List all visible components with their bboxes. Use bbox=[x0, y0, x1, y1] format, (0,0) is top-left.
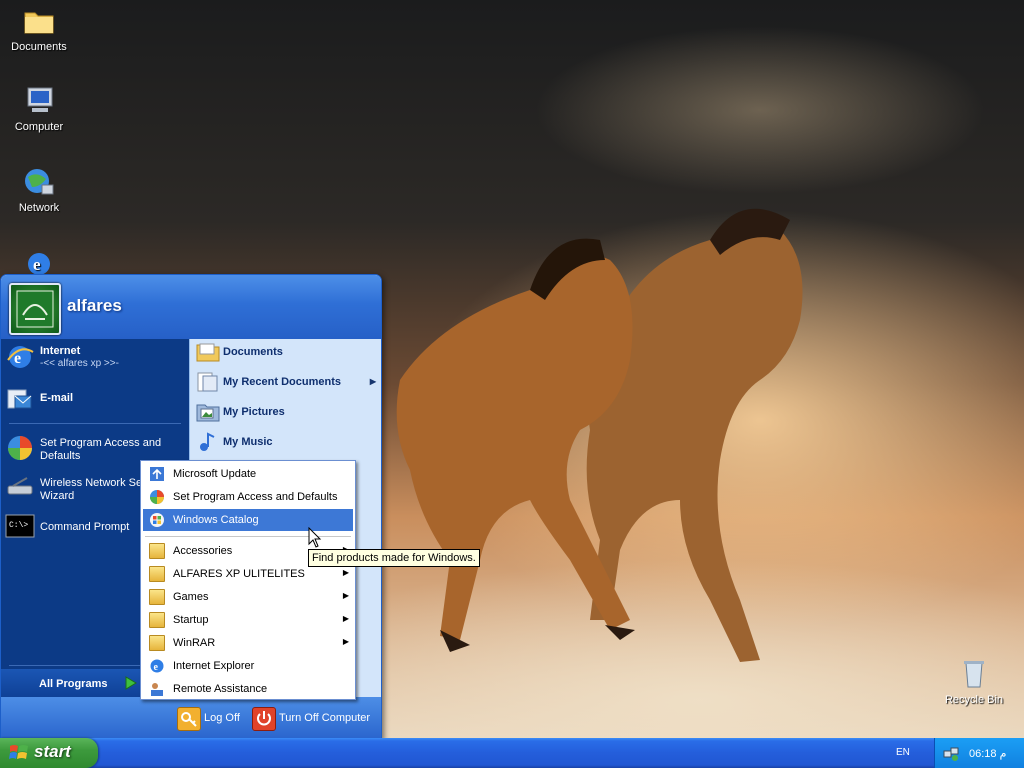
all-programs-submenu: Microsoft Update Set Program Access and … bbox=[140, 460, 356, 700]
arrow-right-icon bbox=[123, 675, 139, 691]
chevron-right-icon: ▶ bbox=[369, 377, 376, 386]
mouse-cursor-icon bbox=[308, 526, 322, 549]
menu-item-label: Documents bbox=[223, 346, 283, 358]
windows-logo-icon bbox=[9, 744, 29, 762]
chevron-right-icon: ▶ bbox=[342, 591, 349, 600]
start-menu-footer: Log Off Turn Off Computer bbox=[1, 697, 381, 739]
submenu-item-winrar[interactable]: WinRAR ▶ bbox=[143, 632, 353, 654]
chevron-right-icon: ▶ bbox=[342, 614, 349, 623]
folder-icon bbox=[149, 589, 165, 605]
submenu-item-label: Internet Explorer bbox=[173, 660, 255, 672]
chevron-right-icon: ▶ bbox=[342, 637, 349, 646]
menu-item-internet[interactable]: e Internet -<< alfares xp >>- bbox=[1, 339, 189, 377]
menu-item-email[interactable]: E-mail bbox=[1, 381, 189, 417]
program-access-icon bbox=[5, 433, 35, 463]
submenu-item-games[interactable]: Games ▶ bbox=[143, 586, 353, 608]
menu-item-title: Command Prompt bbox=[40, 521, 130, 533]
svg-text:e: e bbox=[33, 255, 41, 274]
desktop-icon-recycle-bin[interactable]: Recycle Bin bbox=[936, 657, 1012, 706]
svg-text:C:\>: C:\> bbox=[9, 521, 28, 530]
submenu-item-label: WinRAR bbox=[173, 637, 216, 649]
submenu-item-remote-assistance[interactable]: Remote Assistance bbox=[143, 678, 353, 700]
start-menu-header: alfares bbox=[1, 275, 381, 339]
chevron-right-icon: ▶ bbox=[342, 568, 349, 577]
menu-item-title: Internet bbox=[40, 345, 81, 357]
menu-item-label: My Recent Documents bbox=[223, 376, 341, 388]
windows-update-icon bbox=[149, 466, 165, 482]
network-status-icon[interactable] bbox=[943, 745, 959, 761]
submenu-item-label: Accessories bbox=[173, 545, 233, 557]
menu-item-title-line2: Defaults bbox=[40, 450, 81, 462]
menu-item-recent-documents[interactable]: My Recent Documents ▶ bbox=[194, 369, 380, 395]
taskbar: start EN 06:18 م bbox=[0, 738, 1024, 768]
submenu-item-label: Games bbox=[173, 591, 209, 603]
submenu-item-label: Startup bbox=[173, 614, 209, 626]
wireless-icon bbox=[5, 472, 35, 502]
desktop-icon-computer[interactable]: Computer bbox=[1, 84, 77, 133]
clock[interactable]: 06:18 م bbox=[969, 747, 1006, 760]
menu-item-title-line2: Wizard bbox=[40, 490, 75, 502]
log-off-button[interactable]: Log Off bbox=[177, 707, 247, 731]
turn-off-label: Turn Off Computer bbox=[279, 712, 371, 724]
folder-icon bbox=[149, 543, 165, 559]
remote-assistance-icon bbox=[149, 681, 165, 697]
all-programs-label: All Programs bbox=[39, 678, 108, 690]
menu-separator bbox=[9, 423, 181, 424]
desktop-icon-label: Documents bbox=[11, 41, 67, 53]
windows-catalog-icon bbox=[149, 512, 165, 528]
recent-documents-icon bbox=[196, 371, 220, 393]
horses-image bbox=[396, 208, 803, 662]
menu-item-title: E-mail bbox=[40, 392, 74, 404]
desktop-icon-label: Recycle Bin bbox=[944, 694, 1004, 706]
tooltip: Find products made for Windows. bbox=[308, 549, 480, 567]
submenu-item-microsoft-update[interactable]: Microsoft Update bbox=[143, 463, 353, 485]
recycle-bin-icon bbox=[957, 657, 991, 691]
submenu-item-label: ALFARES XP ULITELITES bbox=[173, 568, 305, 580]
network-icon bbox=[22, 165, 56, 199]
menu-item-subtitle: -<< alfares xp >>- bbox=[40, 358, 119, 369]
pictures-icon bbox=[196, 401, 220, 423]
submenu-item-label: Set Program Access and Defaults bbox=[173, 491, 338, 503]
computer-icon bbox=[22, 84, 56, 118]
email-icon bbox=[5, 384, 35, 414]
menu-item-label: My Pictures bbox=[223, 406, 285, 418]
svg-text:e: e bbox=[154, 662, 159, 673]
power-icon bbox=[252, 707, 276, 731]
menu-item-title-line1: Set Program Access and bbox=[40, 437, 162, 449]
command-prompt-icon: C:\> bbox=[5, 511, 35, 541]
menu-item-label: My Music bbox=[223, 436, 273, 448]
submenu-item-label: Remote Assistance bbox=[173, 683, 268, 695]
log-off-label: Log Off bbox=[204, 712, 240, 724]
folder-icon bbox=[149, 566, 165, 582]
start-label: start bbox=[34, 742, 71, 761]
documents-folder-icon bbox=[196, 341, 220, 363]
folder-icon bbox=[22, 4, 56, 38]
user-avatar[interactable] bbox=[9, 283, 61, 335]
turn-off-button[interactable]: Turn Off Computer bbox=[252, 707, 372, 731]
submenu-item-internet-explorer[interactable]: e Internet Explorer bbox=[143, 655, 353, 677]
submenu-item-startup[interactable]: Startup ▶ bbox=[143, 609, 353, 631]
desktop-icon-label: Computer bbox=[14, 121, 64, 133]
menu-item-my-pictures[interactable]: My Pictures bbox=[194, 399, 380, 425]
music-icon bbox=[196, 431, 220, 453]
menu-item-documents[interactable]: Documents bbox=[194, 339, 380, 365]
menu-item-title-line1: Wireless Network Se bbox=[40, 477, 143, 489]
folder-icon bbox=[149, 612, 165, 628]
submenu-item-set-program-access[interactable]: Set Program Access and Defaults bbox=[143, 486, 353, 508]
start-button[interactable]: start bbox=[0, 738, 98, 768]
desktop-icon-label: Network bbox=[18, 202, 60, 214]
user-name: alfares bbox=[67, 296, 122, 315]
system-tray: 06:18 م bbox=[934, 738, 1024, 768]
submenu-item-label: Microsoft Update bbox=[173, 468, 257, 480]
internet-explorer-icon: e bbox=[5, 342, 35, 372]
desktop-icon-network[interactable]: Network bbox=[1, 165, 77, 214]
desktop-icon-documents[interactable]: Documents bbox=[1, 4, 77, 53]
key-icon bbox=[177, 707, 201, 731]
folder-icon bbox=[149, 635, 165, 651]
program-access-icon bbox=[149, 489, 165, 505]
internet-explorer-icon: e bbox=[149, 658, 165, 674]
language-indicator[interactable]: EN bbox=[896, 747, 910, 758]
submenu-item-label: Windows Catalog bbox=[173, 514, 259, 526]
menu-item-my-music[interactable]: My Music bbox=[194, 429, 380, 455]
